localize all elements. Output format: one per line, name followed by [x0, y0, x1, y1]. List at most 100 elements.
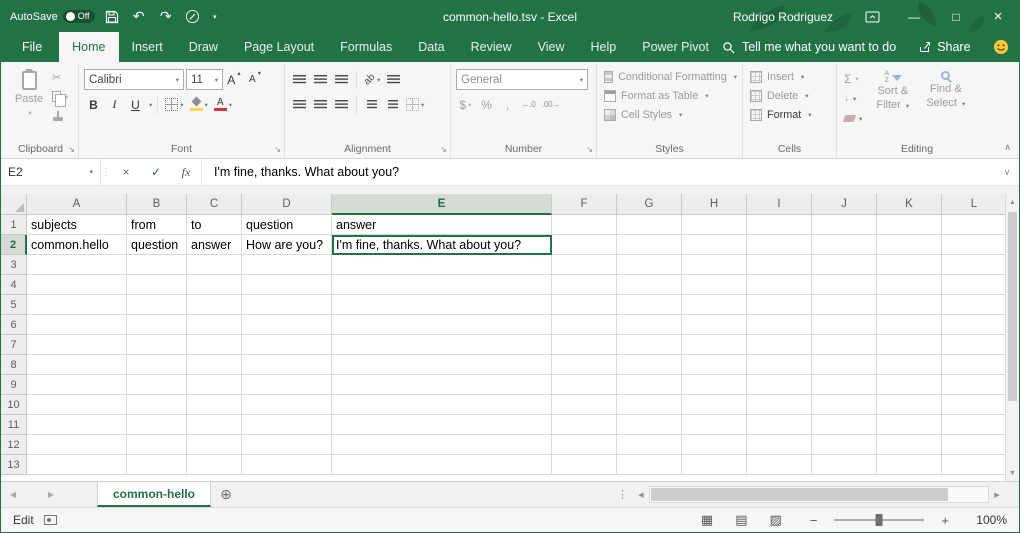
- cell-F2[interactable]: [552, 235, 617, 255]
- find-select-button[interactable]: Find & Select ▾: [921, 67, 970, 127]
- sheet-tab-common-hello[interactable]: common-hello: [97, 482, 211, 507]
- cell-G11[interactable]: [617, 415, 682, 435]
- cell-L4[interactable]: [942, 275, 1007, 295]
- cell-K3[interactable]: [877, 255, 942, 275]
- cell-H2[interactable]: [682, 235, 747, 255]
- cell-A1[interactable]: subjects: [27, 215, 127, 235]
- cut-button[interactable]: ✂: [50, 70, 70, 85]
- cell-E6[interactable]: [332, 315, 552, 335]
- column-header-C[interactable]: C: [187, 194, 242, 215]
- cell-B4[interactable]: [127, 275, 187, 295]
- cell-J3[interactable]: [812, 255, 877, 275]
- cell-B13[interactable]: [127, 455, 187, 475]
- cell-L6[interactable]: [942, 315, 1007, 335]
- tab-help[interactable]: Help: [578, 32, 630, 62]
- cell-I2[interactable]: [747, 235, 812, 255]
- save-button[interactable]: [102, 6, 122, 28]
- cell-F12[interactable]: [552, 435, 617, 455]
- cell-K13[interactable]: [877, 455, 942, 475]
- decrease-font-size-button[interactable]: A▼: [246, 69, 265, 90]
- close-button[interactable]: ×: [977, 1, 1019, 32]
- row-header-3[interactable]: 3: [1, 255, 27, 275]
- cell-L5[interactable]: [942, 295, 1007, 315]
- cell-D13[interactable]: [242, 455, 332, 475]
- cell-L7[interactable]: [942, 335, 1007, 355]
- font-name-combo[interactable]: Calibri ▾: [84, 69, 184, 90]
- increase-decimal-button[interactable]: ←.0: [519, 94, 538, 115]
- tab-view[interactable]: View: [525, 32, 578, 62]
- insert-cells-button[interactable]: Insert ▾: [748, 67, 831, 86]
- decrease-decimal-button[interactable]: .00→: [540, 94, 562, 115]
- cell-H9[interactable]: [682, 375, 747, 395]
- column-header-L[interactable]: L: [942, 194, 1007, 215]
- cell-D9[interactable]: [242, 375, 332, 395]
- cell-E2[interactable]: I'm fine, thanks. What about you?: [332, 235, 552, 255]
- formula-input[interactable]: I'm fine, thanks. What about you?: [201, 159, 995, 185]
- cell-E9[interactable]: [332, 375, 552, 395]
- vertical-scroll-thumb[interactable]: [1008, 212, 1017, 401]
- undo-button[interactable]: ↶: [129, 6, 149, 28]
- vertical-scrollbar[interactable]: ▲ ▼: [1005, 194, 1019, 481]
- fill-color-button[interactable]: ▾: [188, 94, 210, 115]
- orientation-button[interactable]: ab▾: [362, 69, 382, 90]
- cell-E10[interactable]: [332, 395, 552, 415]
- cell-C6[interactable]: [187, 315, 242, 335]
- cell-G4[interactable]: [617, 275, 682, 295]
- cell-G10[interactable]: [617, 395, 682, 415]
- column-header-G[interactable]: G: [617, 194, 682, 215]
- cell-C11[interactable]: [187, 415, 242, 435]
- tab-data[interactable]: Data: [405, 32, 457, 62]
- column-header-E[interactable]: E: [332, 194, 552, 215]
- cell-H1[interactable]: [682, 215, 747, 235]
- cell-F13[interactable]: [552, 455, 617, 475]
- cell-J4[interactable]: [812, 275, 877, 295]
- scroll-down-icon[interactable]: ▼: [1006, 465, 1019, 481]
- tab-home[interactable]: Home: [59, 32, 118, 62]
- decrease-indent-button[interactable]: [362, 94, 381, 115]
- cell-A13[interactable]: [27, 455, 127, 475]
- cell-E8[interactable]: [332, 355, 552, 375]
- cell-B3[interactable]: [127, 255, 187, 275]
- column-header-D[interactable]: D: [242, 194, 332, 215]
- formula-bar-splitter[interactable]: ⋮: [101, 159, 111, 185]
- cell-A9[interactable]: [27, 375, 127, 395]
- cell-F1[interactable]: [552, 215, 617, 235]
- cell-L2[interactable]: [942, 235, 1007, 255]
- cell-K2[interactable]: [877, 235, 942, 255]
- font-size-combo[interactable]: 11 ▾: [186, 69, 223, 90]
- cell-E3[interactable]: [332, 255, 552, 275]
- cell-A4[interactable]: [27, 275, 127, 295]
- increase-font-size-button[interactable]: A▲: [225, 69, 244, 90]
- cell-G5[interactable]: [617, 295, 682, 315]
- cell-I10[interactable]: [747, 395, 812, 415]
- cell-K4[interactable]: [877, 275, 942, 295]
- cell-F4[interactable]: [552, 275, 617, 295]
- cell-L11[interactable]: [942, 415, 1007, 435]
- tab-power-pivot[interactable]: Power Pivot: [629, 32, 722, 62]
- cell-L8[interactable]: [942, 355, 1007, 375]
- cell-D12[interactable]: [242, 435, 332, 455]
- cell-G9[interactable]: [617, 375, 682, 395]
- cell-J1[interactable]: [812, 215, 877, 235]
- cell-E5[interactable]: [332, 295, 552, 315]
- cell-C2[interactable]: answer: [187, 235, 242, 255]
- cell-I1[interactable]: [747, 215, 812, 235]
- autosave-toggle[interactable]: AutoSave Off: [10, 10, 95, 23]
- feedback-smiley-button[interactable]: [993, 39, 1009, 55]
- number-dialog-launcher[interactable]: ↘: [586, 146, 593, 154]
- tell-me-box[interactable]: Tell me what you want to do: [722, 40, 896, 54]
- cell-B11[interactable]: [127, 415, 187, 435]
- zoom-in-button[interactable]: +: [941, 513, 949, 528]
- tab-splitter-handle[interactable]: ⋮: [612, 482, 633, 507]
- cell-B5[interactable]: [127, 295, 187, 315]
- italic-button[interactable]: I: [105, 94, 124, 115]
- cell-H13[interactable]: [682, 455, 747, 475]
- cell-A5[interactable]: [27, 295, 127, 315]
- cell-J6[interactable]: [812, 315, 877, 335]
- cell-H3[interactable]: [682, 255, 747, 275]
- column-header-I[interactable]: I: [747, 194, 812, 215]
- cell-J12[interactable]: [812, 435, 877, 455]
- conditional-formatting-button[interactable]: Conditional Formatting ▾: [602, 67, 737, 86]
- cell-J2[interactable]: [812, 235, 877, 255]
- cell-E11[interactable]: [332, 415, 552, 435]
